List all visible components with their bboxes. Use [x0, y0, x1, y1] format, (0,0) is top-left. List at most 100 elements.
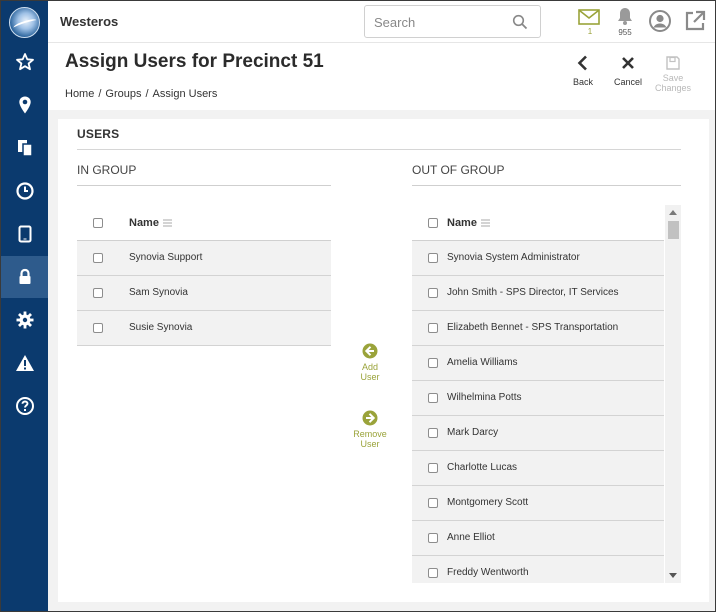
row-checkbox[interactable] — [93, 288, 103, 298]
help-icon — [15, 397, 34, 415]
row-checkbox[interactable] — [428, 568, 438, 578]
scroll-thumb[interactable] — [668, 221, 679, 239]
search-icon[interactable] — [512, 14, 528, 30]
table-row[interactable]: Mark Darcy — [412, 416, 664, 451]
search-box[interactable] — [364, 5, 541, 38]
table-row[interactable]: Montgomery Scott — [412, 486, 664, 521]
sort-icon[interactable] — [162, 219, 172, 227]
save-label-line2: Changes — [654, 83, 692, 93]
select-all-checkbox[interactable] — [93, 217, 103, 228]
sidebar-item-favorites[interactable] — [1, 41, 48, 83]
star-icon — [15, 53, 34, 71]
scroll-up-arrow[interactable] — [669, 210, 677, 215]
user-name: Anne Elliot — [447, 532, 495, 543]
page-title: Assign Users for Precinct 51 — [65, 51, 324, 72]
table-row[interactable]: Sam Synovia — [77, 276, 331, 311]
cancel-button[interactable]: Cancel — [608, 55, 648, 87]
table-row[interactable]: Amelia Williams — [412, 346, 664, 381]
in-group-title: IN GROUP — [77, 163, 137, 177]
sidebar-item-history[interactable] — [1, 170, 48, 212]
row-checkbox[interactable] — [428, 358, 438, 368]
name-column-header[interactable]: Name — [447, 217, 490, 229]
table-row[interactable]: Elizabeth Bennet - SPS Transportation — [412, 311, 664, 346]
app-logo[interactable] — [9, 7, 40, 38]
table-row[interactable]: Susie Synovia — [77, 311, 331, 346]
row-checkbox[interactable] — [428, 498, 438, 508]
add-user-label-line1: Add — [361, 362, 378, 372]
row-checkbox[interactable] — [428, 288, 438, 298]
scroll-down-arrow[interactable] — [669, 573, 677, 578]
remove-user-label-line1: Remove — [353, 429, 387, 439]
top-bar: Westeros 1 955 — [48, 1, 715, 43]
row-checkbox[interactable] — [428, 463, 438, 473]
save-label-line1: Save — [662, 73, 684, 83]
row-checkbox[interactable] — [93, 253, 103, 263]
row-checkbox[interactable] — [428, 253, 438, 263]
add-user-button[interactable]: Add User — [345, 343, 395, 382]
in-group-divider — [77, 185, 331, 186]
page-header: Assign Users for Precinct 51 Home / Groups… — [48, 43, 715, 110]
out-group-table: Name Synovia System Administrator John S… — [412, 205, 664, 583]
messages-count: 1 — [587, 27, 593, 36]
users-panel: USERS IN GROUP OUT OF GROUP Name Synovia… — [58, 119, 709, 602]
user-name: Montgomery Scott — [447, 497, 529, 508]
table-row[interactable]: Charlotte Lucas — [412, 451, 664, 486]
user-name: Elizabeth Bennet - SPS Transportation — [447, 322, 619, 333]
vertical-scrollbar[interactable] — [665, 205, 681, 583]
section-divider — [77, 149, 681, 150]
row-checkbox[interactable] — [93, 323, 103, 333]
user-name: Sam Synovia — [129, 287, 188, 298]
user-name: Amelia Williams — [447, 357, 518, 368]
sidebar-item-help[interactable] — [1, 385, 48, 427]
row-checkbox[interactable] — [428, 393, 438, 403]
gear-icon — [16, 311, 33, 329]
table-row[interactable]: Synovia Support — [77, 241, 331, 276]
sidebar — [1, 1, 48, 611]
logout-button[interactable] — [683, 9, 707, 33]
table-row[interactable]: Anne Elliot — [412, 521, 664, 556]
table-row[interactable]: John Smith - SPS Director, IT Services — [412, 276, 664, 311]
table-row[interactable]: Freddy Wentworth — [412, 556, 664, 583]
row-checkbox[interactable] — [428, 533, 438, 543]
user-name: John Smith - SPS Director, IT Services — [447, 287, 619, 298]
in-group-table: Name Synovia Support Sam Synovia Susie S… — [77, 205, 331, 346]
select-all-checkbox[interactable] — [428, 217, 438, 228]
breadcrumb-separator: / — [98, 88, 102, 100]
notifications-count: 955 — [618, 28, 632, 37]
bell-icon — [618, 8, 632, 25]
sidebar-item-map[interactable] — [1, 84, 48, 126]
sidebar-item-devices[interactable] — [1, 213, 48, 255]
out-group-title: OUT OF GROUP — [412, 163, 505, 177]
search-input[interactable] — [374, 13, 504, 31]
user-name: Synovia Support — [129, 252, 203, 263]
notifications-button[interactable]: 955 — [613, 1, 639, 43]
breadcrumb-current: Assign Users — [152, 88, 218, 100]
breadcrumb-home[interactable]: Home — [65, 88, 94, 100]
messages-button[interactable]: 1 — [577, 1, 603, 43]
table-row[interactable]: Synovia System Administrator — [412, 241, 664, 276]
out-group-divider — [412, 185, 681, 186]
user-name: Susie Synovia — [129, 322, 193, 333]
sidebar-item-alerts[interactable] — [1, 342, 48, 384]
clock-icon — [15, 182, 34, 200]
name-column-header[interactable]: Name — [129, 217, 172, 229]
sidebar-item-documents[interactable] — [1, 127, 48, 169]
external-link-icon — [685, 10, 706, 31]
row-checkbox[interactable] — [428, 428, 438, 438]
back-button[interactable]: Back — [563, 55, 603, 87]
tablet-icon — [18, 225, 31, 243]
app-title: Westeros — [60, 14, 119, 29]
table-row[interactable]: Wilhelmina Potts — [412, 381, 664, 416]
save-changes-button[interactable]: Save Changes — [653, 55, 693, 93]
section-title: USERS — [77, 127, 120, 141]
sidebar-item-security[interactable] — [1, 256, 48, 298]
profile-button[interactable] — [648, 9, 672, 33]
table-header: Name — [412, 205, 664, 241]
remove-user-button[interactable]: Remove User — [345, 410, 395, 449]
sidebar-item-settings[interactable] — [1, 299, 48, 341]
sort-icon[interactable] — [480, 219, 490, 227]
out-group-scroll-area[interactable]: Name Synovia System Administrator John S… — [412, 205, 681, 583]
chevron-left-icon — [577, 55, 587, 71]
breadcrumb-groups[interactable]: Groups — [105, 88, 141, 100]
row-checkbox[interactable] — [428, 323, 438, 333]
